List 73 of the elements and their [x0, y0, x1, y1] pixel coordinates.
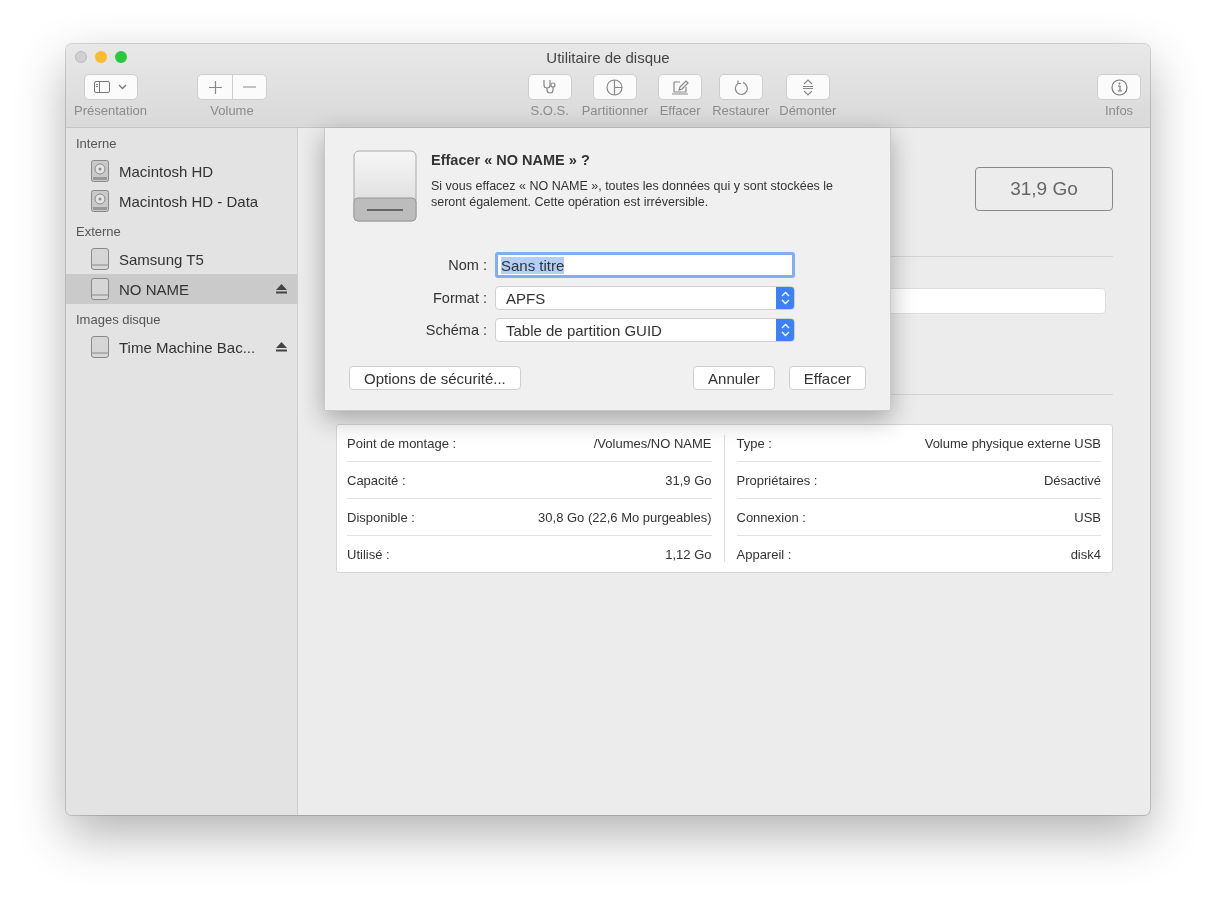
sidebar-item[interactable]: Time Machine Bac... [66, 332, 297, 362]
toolbar-label: Restaurer [712, 103, 770, 118]
sidebar-item[interactable]: Samsung T5 [66, 244, 297, 274]
drive-icon [353, 150, 417, 222]
info-value: 1,12 Go [665, 546, 712, 562]
sidebar-icon [94, 81, 110, 93]
sidebar-section-title: Interne [75, 136, 118, 153]
hard-drive-icon [91, 190, 109, 212]
popup-menu[interactable]: Table de partition GUID [495, 318, 795, 342]
first-aid-button[interactable] [527, 74, 572, 100]
info-value: /Volumes/NO NAME [593, 435, 712, 451]
view-menu-button[interactable] [83, 74, 138, 100]
info-label: Appareil : [736, 546, 792, 562]
info-label: Utilisé : [347, 546, 390, 562]
dialog-title: Effacer « NO NAME » ? [431, 152, 591, 168]
circular-arrow-icon [732, 78, 749, 96]
security-options-button[interactable]: Options de sécurité... [349, 366, 521, 390]
toolbar-label: Infos [1104, 103, 1134, 118]
drive-icon [91, 248, 109, 270]
hard-drive-icon [91, 160, 109, 182]
info-button[interactable] [1097, 74, 1141, 100]
unmount-button[interactable] [785, 74, 830, 100]
info-label: Type : [736, 435, 772, 451]
dialog-message: Si vous effacez « NO NAME », toutes les données qui y sont stockées le seront également. Cette opération est irréversible. [431, 178, 835, 210]
partition-button[interactable] [592, 74, 637, 100]
field-label: Nom : [447, 257, 487, 273]
up-down-arrows-icon [801, 78, 814, 96]
drive-icon [91, 336, 109, 358]
info-icon [1110, 78, 1128, 96]
info-label: Capacité : [347, 472, 406, 488]
field-label: Schéma : [424, 322, 487, 338]
eject-icon[interactable] [276, 342, 287, 352]
chevron-down-icon [118, 84, 127, 90]
minus-icon [243, 86, 256, 88]
sidebar-item[interactable]: Macintosh HD - Data [66, 186, 297, 216]
sidebar-section-title: Externe [75, 224, 122, 241]
sidebar-item[interactable]: Macintosh HD [66, 156, 297, 186]
toolbar-label: Effacer [659, 103, 701, 118]
up-down-chevron-icon [780, 291, 790, 305]
popup-menu[interactable]: APFS [495, 286, 795, 310]
zoom-button[interactable] [115, 51, 127, 63]
info-value: Volume physique externe USB [924, 435, 1101, 451]
dialog-button[interactable]: Effacer [788, 366, 866, 390]
restore-button[interactable] [718, 74, 763, 100]
field-label: Format : [432, 290, 487, 306]
toolbar-label: Démonter [779, 103, 837, 118]
info-value: 30,8 Go (22,6 Mo purgeables) [538, 509, 712, 525]
toolbar-label: Volume [210, 103, 254, 118]
dialog-button[interactable]: Annuler [693, 366, 775, 390]
info-value: Désactivé [1043, 472, 1101, 488]
eject-icon[interactable] [276, 284, 287, 294]
info-label: Point de montage : [347, 435, 457, 451]
sidebar-section-title: Images disque [75, 312, 162, 329]
name-field[interactable]: Sans titre [495, 252, 795, 278]
erase-button[interactable] [658, 74, 703, 100]
up-down-chevron-icon [780, 323, 790, 337]
pie-chart-icon [606, 78, 624, 96]
plus-icon [208, 80, 222, 94]
edit-icon [671, 79, 690, 95]
stethoscope-icon [540, 79, 559, 95]
toolbar-label: Présentation [74, 103, 147, 118]
toolbar-label: Partitionner [581, 103, 649, 118]
info-value: USB [1074, 509, 1101, 525]
window-title: Utilitaire de disque [546, 49, 670, 66]
drive-icon [91, 278, 109, 300]
capacity-display: 31,9 Go [975, 167, 1113, 211]
info-label: Connexion : [736, 509, 806, 525]
sidebar-item[interactable]: NO NAME [66, 274, 297, 304]
info-value: 31,9 Go [665, 472, 712, 488]
info-value: disk4 [1070, 546, 1101, 562]
toolbar-label: S.O.S. [530, 103, 569, 118]
info-label: Disponible : [347, 509, 415, 525]
info-label: Propriétaires : [736, 472, 818, 488]
